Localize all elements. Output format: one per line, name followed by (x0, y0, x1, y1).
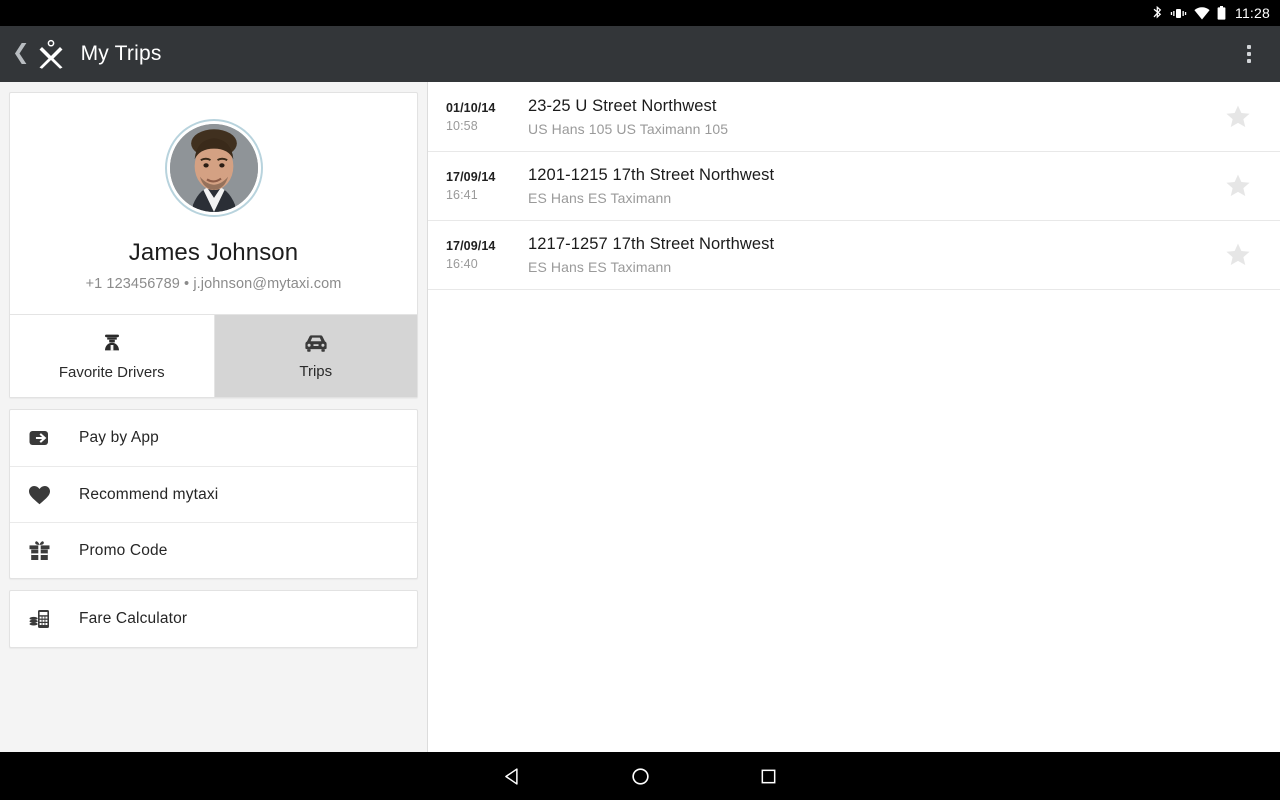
menu-item-pay-by-app-label: Pay by App (79, 429, 159, 446)
menu-item-promo-code[interactable]: Promo Code (10, 522, 417, 578)
profile-name: James Johnson (128, 239, 299, 266)
menu-card-primary: Pay by App Recommend mytaxi Promo Code (9, 409, 418, 579)
menu-item-recommend-mytaxi[interactable]: Recommend mytaxi (10, 466, 417, 522)
trip-details: 1217-1257 17th Street Northwest ES Hans … (510, 235, 1218, 275)
content-area: James Johnson +1 123456789 • j.johnson@m… (0, 82, 1280, 752)
menu-card-secondary: Fare Calculator (9, 590, 418, 648)
trip-details: 23-25 U Street Northwest US Hans 105 US … (510, 97, 1218, 137)
trip-time: 16:40 (446, 257, 478, 271)
trip-address: 1217-1257 17th Street Northwest (528, 235, 775, 253)
trip-details: 1201-1215 17th Street Northwest ES Hans … (510, 166, 1218, 206)
trip-timestamp: 17/09/14 16:41 (446, 170, 510, 202)
vibrate-icon (1170, 7, 1187, 20)
taxi-icon (303, 332, 329, 354)
trip-date: 17/09/14 (446, 170, 496, 184)
trip-timestamp: 01/10/14 10:58 (446, 101, 510, 133)
table-row[interactable]: 17/09/14 16:40 1217-1257 17th Street Nor… (428, 221, 1280, 290)
avatar[interactable] (164, 119, 263, 217)
star-icon[interactable] (1218, 172, 1258, 200)
wifi-icon (1194, 6, 1210, 20)
android-home-icon[interactable] (576, 752, 704, 800)
gift-icon (28, 539, 68, 562)
trip-timestamp: 17/09/14 16:40 (446, 239, 510, 271)
page-title: My Trips (80, 42, 162, 65)
android-back-icon[interactable] (448, 752, 576, 800)
profile-contact: +1 123456789 • j.johnson@mytaxi.com (85, 276, 342, 292)
trip-driver: US Hans 105 US Taximann 105 (528, 121, 729, 137)
table-row[interactable]: 01/10/14 10:58 23-25 U Street Northwest … (428, 83, 1280, 152)
star-icon[interactable] (1218, 103, 1258, 131)
overflow-menu-icon[interactable] (1232, 32, 1266, 76)
status-bar: 11:28 (0, 0, 1280, 26)
app-bar: ❮ My Trips (0, 26, 1280, 82)
menu-item-promo-code-label: Promo Code (79, 541, 168, 559)
star-icon[interactable] (1218, 241, 1258, 269)
android-nav-bar (0, 752, 1280, 800)
heart-icon (28, 484, 68, 506)
mytaxi-logo-icon (36, 39, 68, 69)
trip-address: 23-25 U Street Northwest (528, 97, 717, 115)
trip-time: 16:41 (446, 188, 478, 202)
trip-address: 1201-1215 17th Street Northwest (528, 166, 775, 184)
profile-tabs: Favorite Drivers Trips (10, 314, 417, 397)
menu-item-recommend-mytaxi-label: Recommend mytaxi (79, 485, 219, 503)
trip-date: 01/10/14 (446, 101, 496, 115)
tab-favorite-drivers-label: Favorite Drivers (58, 364, 165, 381)
left-pane: James Johnson +1 123456789 • j.johnson@m… (0, 82, 428, 752)
menu-item-fare-calculator[interactable]: Fare Calculator (10, 591, 417, 647)
trip-date: 17/09/14 (446, 239, 496, 253)
profile-header: James Johnson +1 123456789 • j.johnson@m… (10, 93, 417, 314)
right-pane: 01/10/14 10:58 23-25 U Street Northwest … (428, 82, 1280, 752)
driver-icon (100, 331, 124, 355)
menu-item-pay-by-app[interactable]: Pay by App (10, 410, 417, 466)
profile-card: James Johnson +1 123456789 • j.johnson@m… (9, 92, 418, 398)
trip-list: 01/10/14 10:58 23-25 U Street Northwest … (428, 82, 1280, 290)
table-row[interactable]: 17/09/14 16:41 1201-1215 17th Street Nor… (428, 152, 1280, 221)
android-recents-icon[interactable] (704, 752, 832, 800)
bluetooth-icon (1152, 5, 1163, 21)
battery-icon (1217, 6, 1226, 20)
back-chevron-icon[interactable]: ❮ (6, 38, 36, 70)
trip-time: 10:58 (446, 119, 478, 133)
pay-by-app-icon (28, 426, 68, 450)
app-screen: 11:28 ❮ My Trips James Johnson +1 123456… (0, 0, 1280, 800)
status-bar-clock: 11:28 (1235, 5, 1270, 21)
tab-favorite-drivers[interactable]: Favorite Drivers (10, 315, 214, 397)
trip-driver: ES Hans ES Taximann (528, 259, 672, 275)
user-avatar-photo (169, 124, 258, 212)
tab-trips-label: Trips (299, 363, 333, 380)
calculator-icon (28, 607, 68, 631)
menu-item-fare-calculator-label: Fare Calculator (79, 610, 188, 627)
tab-trips[interactable]: Trips (213, 315, 417, 397)
trip-driver: ES Hans ES Taximann (528, 190, 672, 206)
